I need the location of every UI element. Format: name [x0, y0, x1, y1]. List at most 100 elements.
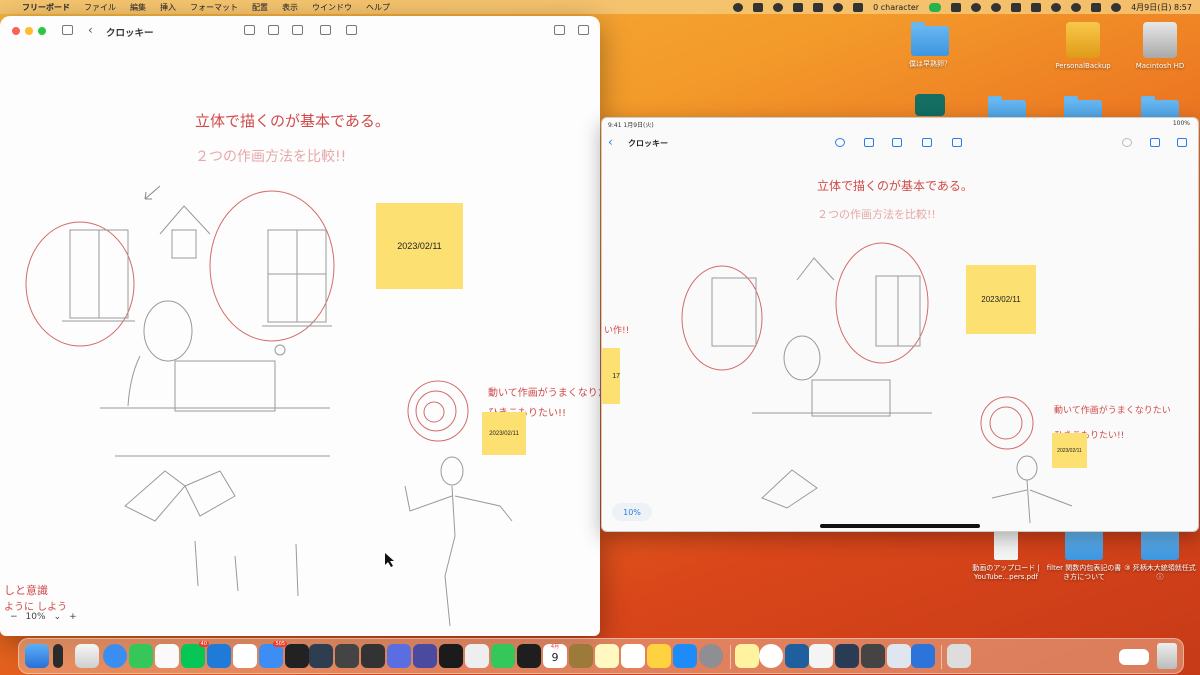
stocks-icon[interactable]	[517, 644, 541, 668]
ipad-media-icon[interactable]	[952, 138, 962, 147]
menu-arrange[interactable]: 配置	[252, 2, 268, 13]
display-icon[interactable]	[951, 2, 962, 12]
app-store-icon[interactable]	[673, 644, 697, 668]
desktop-time-machine[interactable]	[895, 94, 965, 116]
freeform-icon[interactable]	[621, 644, 645, 668]
sticky-note-icon[interactable]	[244, 25, 255, 35]
search-icon[interactable]	[1071, 2, 1082, 12]
ipad-pen-icon[interactable]	[835, 138, 845, 147]
readmoo-icon[interactable]	[309, 644, 333, 668]
menu-app-name[interactable]: フリーボード	[22, 2, 70, 13]
ipad-share-icon[interactable]	[1150, 138, 1160, 147]
system-settings-icon[interactable]	[699, 644, 723, 668]
line-icon[interactable]: 40	[181, 641, 209, 668]
downloads-stack-icon[interactable]	[947, 644, 971, 668]
desktop-macintosh-hd[interactable]: Macintosh HD	[1125, 22, 1195, 71]
menu-help[interactable]: ヘルプ	[366, 2, 390, 13]
ipad-sticky-note-edge[interactable]: 17	[602, 348, 620, 404]
ipad-board-canvas[interactable]: 立体で描くのが基本である。 ２つの作画方法を比較!! 動いて作画がうまくなりたい…	[602, 118, 1199, 532]
xcode-icon[interactable]	[387, 644, 411, 668]
shortcuts-icon[interactable]	[413, 644, 437, 668]
textedit-icon[interactable]	[809, 644, 833, 668]
mail-icon[interactable]: 505	[259, 641, 287, 668]
terminal-icon[interactable]	[439, 644, 463, 668]
clock-icon[interactable]	[833, 2, 844, 12]
ipad-shapes-icon[interactable]	[892, 138, 902, 147]
desktop-folder-filter[interactable]: filter 関数内包表記の書き方について	[1046, 526, 1122, 582]
sticky-note-small[interactable]: 2023/02/11	[482, 412, 526, 455]
freeform-window-icon[interactable]	[911, 644, 935, 668]
play-icon[interactable]	[971, 2, 982, 12]
desktop-folder-shigaraki[interactable]: ③ 死柄木大統領就任式 ⓘ	[1124, 526, 1196, 582]
menu-view[interactable]: 表示	[282, 2, 298, 13]
menu-file[interactable]: ファイル	[84, 2, 116, 13]
back-chevron-icon[interactable]: ‹	[88, 23, 93, 37]
notion-icon[interactable]	[233, 644, 257, 668]
ipad-board-title[interactable]: クロッキー	[628, 138, 668, 149]
zoom-out-button[interactable]: −	[10, 612, 18, 622]
safari-icon[interactable]	[103, 644, 127, 668]
minimized-window-icon[interactable]	[1119, 649, 1149, 665]
photos-icon[interactable]	[465, 644, 489, 668]
input-source-icon[interactable]	[1031, 2, 1042, 12]
ipad-back-chevron-icon[interactable]: ‹	[608, 135, 613, 149]
close-button[interactable]	[12, 27, 20, 35]
messages-icon[interactable]	[129, 644, 153, 668]
minimize-button[interactable]	[25, 27, 33, 35]
media-icon[interactable]	[320, 25, 331, 35]
menu-edit[interactable]: 編集	[130, 2, 146, 13]
wifi-icon[interactable]	[1051, 2, 1062, 12]
text-box-icon[interactable]	[292, 25, 303, 35]
facetime-icon[interactable]	[491, 644, 515, 668]
datetime[interactable]: 4月9日(日) 8:57	[1131, 2, 1192, 13]
line-icon[interactable]	[929, 2, 942, 12]
keyboard-icon[interactable]	[1011, 2, 1022, 12]
ipad-sticky-note-icon[interactable]	[864, 138, 874, 147]
dictionary-icon[interactable]	[569, 644, 593, 668]
ipad-collab-icon[interactable]	[1122, 138, 1132, 147]
launchpad-icon[interactable]	[75, 644, 99, 668]
folder-icon[interactable]	[346, 25, 357, 35]
screen-app-icon[interactable]	[361, 644, 385, 668]
menu-format[interactable]: フォーマット	[190, 2, 238, 13]
share-icon[interactable]	[554, 25, 565, 35]
ipad-compose-icon[interactable]	[1177, 138, 1187, 147]
pencil-yellow-icon[interactable]	[647, 644, 671, 668]
clipboard-icon[interactable]	[813, 2, 824, 12]
pencil-app-icon[interactable]	[53, 644, 63, 668]
check-icon[interactable]	[853, 2, 864, 12]
stickies-icon[interactable]	[735, 644, 759, 668]
calendar-icon[interactable]: 4月 9	[543, 644, 567, 668]
vscode-icon[interactable]	[207, 644, 231, 668]
zoom-level[interactable]: 10%	[26, 612, 46, 622]
trash-icon[interactable]	[1157, 643, 1177, 669]
desktop-pdf[interactable]: 動画のアップロード | YouTube...pers.pdf	[970, 530, 1042, 582]
desktop-folder-1[interactable]: 僕は早熟卵？	[895, 22, 965, 69]
ipad-text-box-icon[interactable]	[922, 138, 932, 147]
preview-icon[interactable]	[835, 644, 859, 668]
face-icon[interactable]	[773, 2, 784, 12]
ipad-sticky-note-small[interactable]: 2023/02/11	[1052, 433, 1087, 468]
sticky-note-large[interactable]: 2023/02/11	[376, 203, 463, 289]
finder-icon[interactable]	[25, 644, 49, 668]
desktop-personal-backup[interactable]: PersonalBackup	[1048, 22, 1118, 71]
menu-window[interactable]: ウインドウ	[312, 2, 352, 13]
sidebar-toggle-icon[interactable]	[62, 25, 73, 35]
board-canvas[interactable]: 立体で描くのが基本である。 ２つの作画方法を比較!! 動いて作画がうまくなり ひ…	[0, 16, 600, 636]
record-icon[interactable]	[733, 2, 744, 12]
quicktime-icon[interactable]	[861, 644, 885, 668]
camera-icon[interactable]	[753, 2, 764, 12]
board-title[interactable]: クロッキー	[106, 25, 154, 39]
chrome-icon[interactable]	[759, 644, 783, 668]
time-machine-icon[interactable]	[991, 2, 1002, 12]
compose-icon[interactable]	[578, 25, 589, 35]
zoom-button[interactable]	[38, 27, 46, 35]
script-editor-icon[interactable]	[887, 644, 911, 668]
menu-insert[interactable]: 挿入	[160, 2, 176, 13]
ipad-zoom-level[interactable]: 10%	[612, 503, 652, 521]
chevron-down-icon[interactable]: ⌄	[54, 612, 62, 622]
control-center-icon[interactable]	[1091, 2, 1102, 12]
reminders-icon[interactable]	[155, 644, 179, 668]
ipad-sticky-note-large[interactable]: 2023/02/11	[966, 265, 1036, 334]
notes-icon[interactable]	[595, 644, 619, 668]
